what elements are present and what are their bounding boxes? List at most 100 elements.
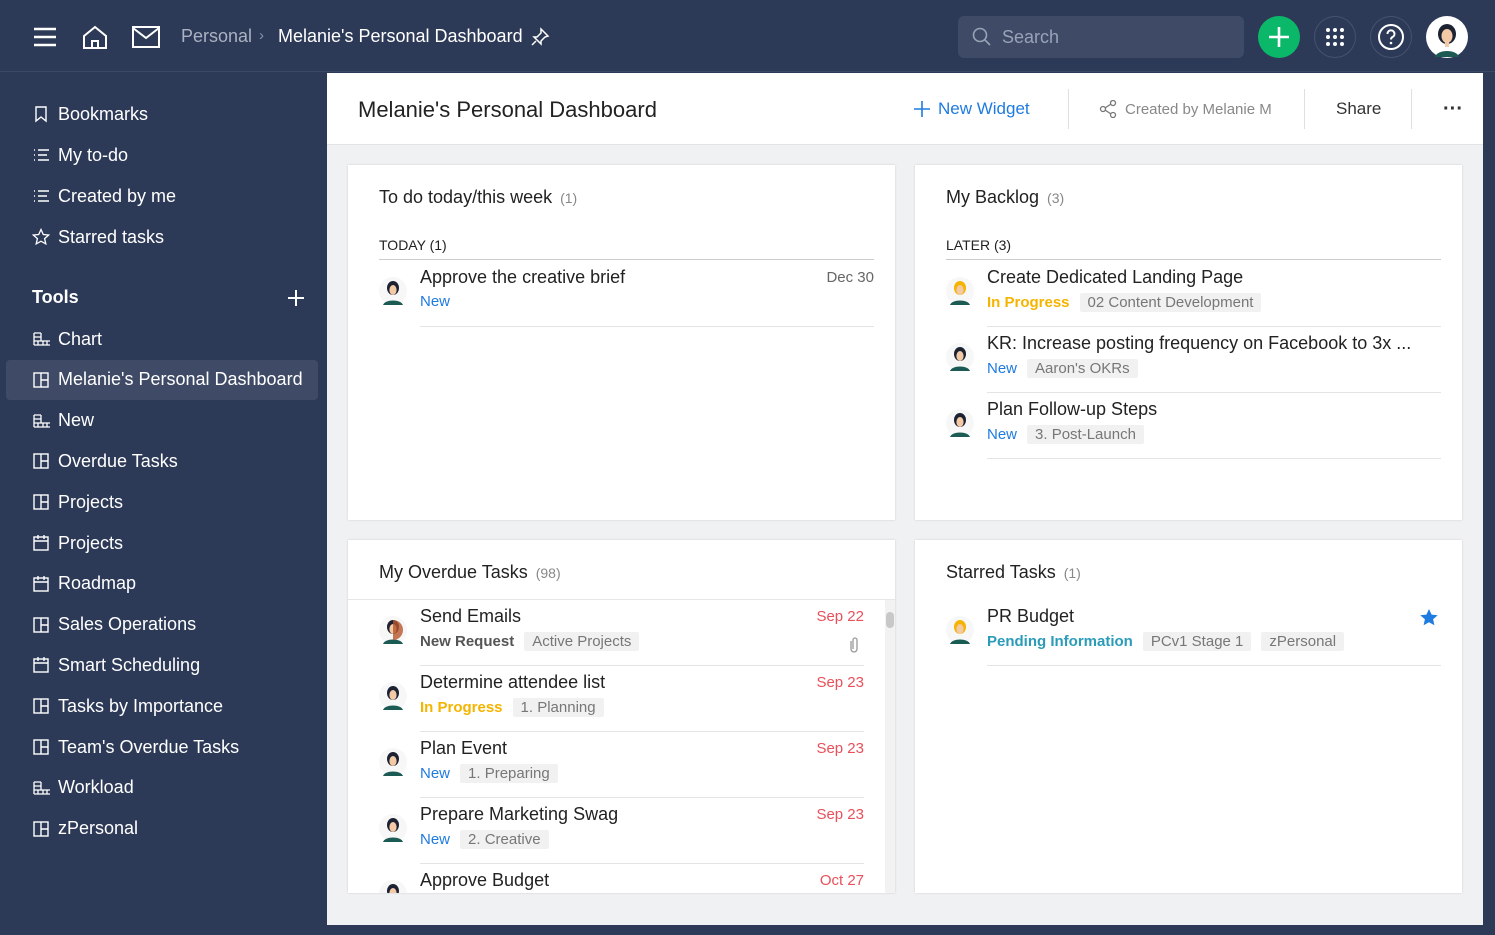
new-widget-button[interactable]: New Widget — [914, 73, 1030, 145]
sidebar-tool-sales-operations[interactable]: Sales Operations — [6, 605, 318, 645]
task-row[interactable]: Plan Event New 1. Preparing Sep 23 — [379, 732, 864, 798]
status-label[interactable]: In Progress — [420, 699, 503, 716]
task-title[interactable]: Plan Follow-up Steps — [987, 399, 1157, 420]
sidebar-item-bookmarks[interactable]: Bookmarks — [6, 94, 318, 134]
task-row[interactable]: Approve Budget Oct 27 — [379, 864, 864, 893]
created-by-button[interactable]: Created by Melanie M — [1099, 73, 1272, 145]
more-options-icon[interactable]: ··· — [1443, 73, 1463, 145]
task-title[interactable]: Determine attendee list — [420, 672, 605, 693]
widget-title-text: Starred Tasks — [946, 562, 1056, 582]
sidebar-tool-overdue-tasks[interactable]: Overdue Tasks — [6, 441, 318, 481]
widget-title: To do today/this week (1) — [379, 187, 577, 208]
widget-count: (1) — [560, 190, 578, 206]
sidebar-item-label: Melanie's Personal Dashboard — [58, 369, 303, 390]
search-icon — [972, 27, 991, 46]
sidebar-tool-chart[interactable]: Chart — [6, 319, 318, 359]
list-icon — [34, 149, 49, 161]
status-label[interactable]: New Request — [420, 633, 514, 650]
folder-tag[interactable]: PCv1 Stage 1 — [1142, 632, 1252, 651]
assignee-avatar — [379, 682, 407, 715]
sidebar-tool-zpersonal[interactable]: zPersonal — [6, 809, 318, 849]
status-label[interactable]: In Progress — [987, 294, 1070, 311]
task-title[interactable]: PR Budget — [987, 606, 1074, 627]
task-meta: In Progress 02 Content Development — [987, 293, 1262, 312]
board-icon — [33, 616, 49, 633]
row-divider — [987, 458, 1441, 459]
folder-tag[interactable]: 1. Planning — [512, 698, 604, 717]
task-row[interactable]: Plan Follow-up Steps New 3. Post-Launch — [946, 393, 1441, 459]
task-title[interactable]: Create Dedicated Landing Page — [987, 267, 1243, 288]
sidebar-item-starred-tasks[interactable]: Starred tasks — [6, 217, 318, 257]
folder-tag[interactable]: 2. Creative — [460, 830, 549, 849]
top-bar: Personal › Melanie's Personal Dashboard — [0, 0, 1495, 72]
status-label[interactable]: New — [420, 831, 450, 848]
task-title[interactable]: Approve the creative brief — [420, 267, 625, 288]
star-filled-icon[interactable] — [1419, 608, 1439, 628]
hamburger-menu-icon[interactable] — [30, 22, 60, 52]
folder-tag[interactable]: Aaron's OKRs — [1027, 359, 1138, 378]
sidebar-item-label: New — [58, 410, 95, 431]
task-row[interactable]: Prepare Marketing Swag New 2. Creative Se… — [379, 798, 864, 864]
apps-button[interactable] — [1314, 16, 1356, 58]
sidebar: Tools Bookmarks My to-do Created by me Star… — [0, 73, 327, 935]
add-button[interactable] — [1258, 16, 1300, 58]
task-title[interactable]: Approve Budget — [420, 870, 549, 891]
task-row[interactable]: Send Emails New Request Active Projects S… — [379, 600, 864, 666]
task-title[interactable]: Send Emails — [420, 606, 521, 627]
folder-tag[interactable]: 1. Preparing — [460, 764, 558, 783]
sidebar-tool-melanie-s-personal-dashboard[interactable]: Melanie's Personal Dashboard — [6, 359, 318, 400]
task-title[interactable]: KR: Increase posting frequency on Facebo… — [987, 333, 1411, 354]
scrollbar-thumb[interactable] — [886, 612, 894, 628]
board-icon — [33, 739, 49, 755]
status-label[interactable]: New — [987, 360, 1017, 377]
folder-tag[interactable]: 02 Content Development — [1079, 293, 1262, 312]
widget-starred: Starred Tasks (1) PR Budget Pending Infor… — [915, 540, 1462, 893]
tools-heading: Tools — [32, 287, 79, 307]
status-label[interactable]: New — [420, 293, 450, 310]
share-button[interactable]: Share — [1336, 73, 1381, 145]
breadcrumb-personal[interactable]: Personal — [181, 26, 252, 47]
task-title[interactable]: Plan Event — [420, 738, 507, 759]
pin-icon[interactable] — [529, 26, 551, 48]
due-date: Sep 22 — [816, 608, 864, 625]
task-row[interactable]: PR Budget Pending Information PCv1 Stage … — [946, 600, 1441, 666]
folder-tag[interactable]: 3. Post-Launch — [1027, 425, 1144, 444]
home-icon[interactable] — [80, 22, 110, 52]
help-button[interactable] — [1370, 16, 1412, 58]
header-divider — [348, 599, 895, 600]
sidebar-item-created-by-me[interactable]: Created by me — [6, 176, 318, 216]
sidebar-tool-smart-scheduling[interactable]: Smart Scheduling — [6, 645, 318, 685]
sidebar-tool-tasks-by-importance[interactable]: Tasks by Importance — [6, 686, 318, 726]
board-icon — [33, 494, 49, 510]
task-meta: New Aaron's OKRs — [987, 359, 1138, 378]
user-avatar[interactable] — [1426, 16, 1468, 58]
widget-title-text: My Overdue Tasks — [379, 562, 528, 582]
sidebar-tool-projects[interactable]: Projects — [6, 523, 318, 563]
status-label[interactable]: New — [987, 426, 1017, 443]
due-date: Sep 23 — [816, 674, 864, 691]
search-box[interactable] — [958, 16, 1244, 58]
folder-tag[interactable]: zPersonal — [1261, 632, 1345, 651]
task-row[interactable]: Approve the creative brief New Dec 30 — [379, 261, 874, 327]
status-label[interactable]: New — [420, 765, 450, 782]
sidebar-tool-team-s-overdue-tasks[interactable]: Team's Overdue Tasks — [6, 727, 318, 767]
scrollbar[interactable] — [885, 600, 895, 893]
assignee-avatar-icon — [946, 616, 974, 644]
task-title[interactable]: Prepare Marketing Swag — [420, 804, 618, 825]
sidebar-tool-workload[interactable]: Workload — [6, 768, 318, 808]
sidebar-tool-projects[interactable]: Projects — [6, 482, 318, 522]
widget-title: My Backlog (3) — [946, 187, 1064, 208]
sidebar-item-my-to-do[interactable]: My to-do — [6, 135, 318, 175]
inbox-icon[interactable] — [131, 22, 161, 52]
task-row[interactable]: Determine attendee list In Progress 1. Pl… — [379, 666, 864, 732]
sidebar-item-label: Sales Operations — [58, 614, 197, 635]
sidebar-tool-new[interactable]: New — [6, 401, 318, 441]
task-row[interactable]: Create Dedicated Landing Page In Progres… — [946, 261, 1441, 327]
folder-tag[interactable]: Active Projects — [524, 632, 640, 651]
search-input[interactable] — [1002, 26, 1222, 48]
task-meta: New 2. Creative — [420, 830, 549, 849]
sidebar-tool-roadmap[interactable]: Roadmap — [6, 564, 318, 604]
status-label[interactable]: Pending Information — [987, 633, 1133, 650]
add-tool-icon[interactable] — [286, 288, 306, 308]
task-row[interactable]: KR: Increase posting frequency on Facebo… — [946, 327, 1441, 393]
